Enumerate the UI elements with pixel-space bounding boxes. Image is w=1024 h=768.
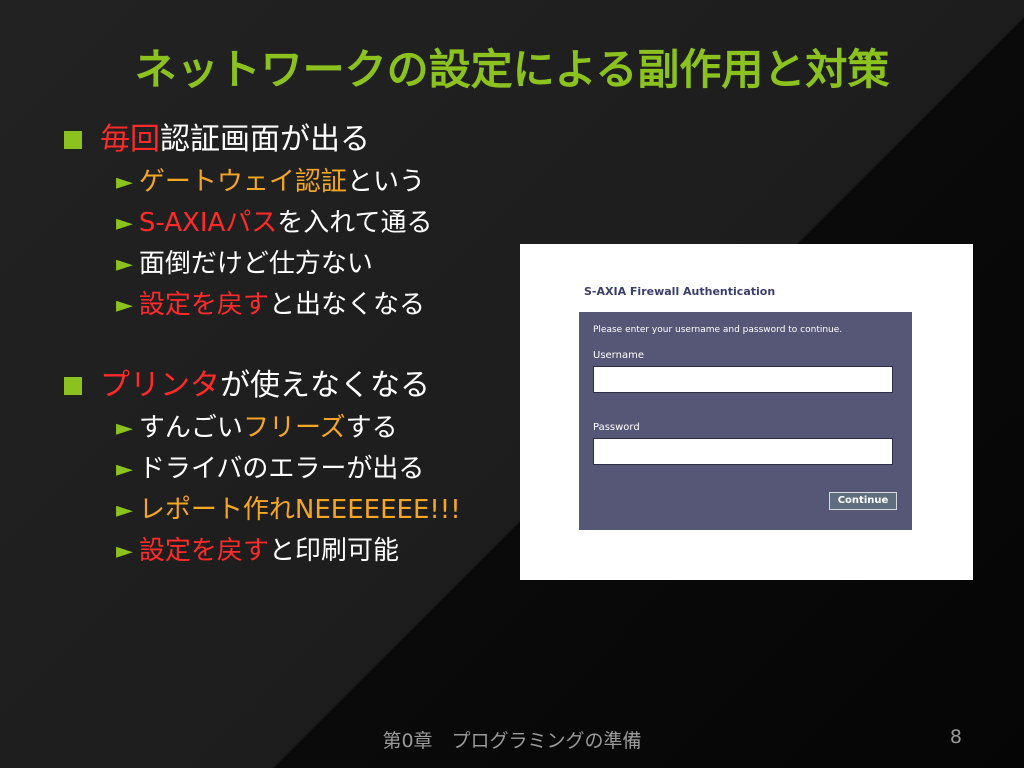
section-heading: 毎回 認証画面が出る: [64, 118, 461, 162]
login-instructions: Please enter your username and password …: [593, 325, 843, 335]
list-item: ► レポート作れNEEEEEEE!!!: [64, 490, 461, 531]
item-text: ゲートウェイ認証: [138, 167, 347, 197]
section-printer: プリンタ が使えなくなる ► すんごい フリーズ する ► ドライバのエラーが出る ►…: [64, 364, 461, 572]
item-text: する: [345, 413, 398, 443]
list-item: ► ドライバのエラーが出る: [64, 449, 461, 490]
page-number: 8: [949, 726, 962, 748]
item-text: と印刷可能: [268, 536, 399, 566]
triangle-bullet-icon: ►: [116, 539, 133, 564]
item-text: という: [346, 167, 425, 197]
square-bullet-icon: [64, 131, 82, 149]
item-text: ドライバのエラーが出る: [138, 454, 425, 484]
item-text: 面倒だけど仕方ない: [138, 249, 373, 279]
item-text: フリーズ: [242, 413, 346, 443]
password-input[interactable]: [593, 438, 893, 465]
firewall-auth-screenshot: S-AXIA Firewall Authentication Please en…: [520, 244, 973, 580]
heading-text: が使えなくなる: [220, 368, 430, 403]
item-text: すんごい: [138, 413, 243, 443]
bullet-list: 毎回 認証画面が出る ► ゲートウェイ認証 という ► S-AXIAパス を入れて通る…: [64, 118, 461, 610]
item-text: を入れて通る: [277, 208, 433, 238]
triangle-bullet-icon: ►: [116, 211, 133, 236]
heading-highlight: 毎回: [100, 122, 160, 157]
triangle-bullet-icon: ►: [116, 457, 133, 482]
square-bullet-icon: [64, 377, 82, 395]
item-text: と出なくなる: [268, 290, 425, 320]
item-text: レポート作れNEEEEEEE!!!: [138, 495, 461, 525]
continue-button[interactable]: Continue: [829, 492, 897, 510]
section-heading: プリンタ が使えなくなる: [64, 364, 461, 408]
list-item: ► 設定を戻す と出なくなる: [64, 285, 461, 326]
list-item: ► ゲートウェイ認証 という: [64, 162, 461, 203]
firewall-auth-title: S-AXIA Firewall Authentication: [584, 285, 776, 298]
item-text: S-AXIAパス: [138, 208, 278, 238]
heading-highlight: プリンタ: [100, 368, 220, 403]
heading-text: 認証画面が出る: [160, 122, 370, 157]
username-label: Username: [593, 350, 644, 361]
item-text: 設定を戻す: [138, 290, 269, 320]
triangle-bullet-icon: ►: [116, 170, 133, 195]
list-item: ► S-AXIAパス を入れて通る: [64, 203, 461, 244]
item-text: 設定を戻す: [138, 536, 269, 566]
slide-title: ネットワークの設定による副作用と対策: [134, 45, 890, 94]
triangle-bullet-icon: ►: [116, 498, 133, 523]
triangle-bullet-icon: ►: [116, 293, 133, 318]
login-panel: Please enter your username and password …: [579, 312, 912, 530]
list-item: ► 面倒だけど仕方ない: [64, 244, 461, 285]
list-item: ► すんごい フリーズ する: [64, 408, 461, 449]
password-label: Password: [593, 422, 640, 433]
triangle-bullet-icon: ►: [116, 252, 133, 277]
list-item: ► 設定を戻す と印刷可能: [64, 531, 461, 572]
triangle-bullet-icon: ►: [116, 416, 133, 441]
username-input[interactable]: [593, 366, 893, 393]
footer-chapter: 第0章 プログラミングの準備: [382, 730, 642, 752]
section-auth: 毎回 認証画面が出る ► ゲートウェイ認証 という ► S-AXIAパス を入れて通る…: [64, 118, 461, 326]
